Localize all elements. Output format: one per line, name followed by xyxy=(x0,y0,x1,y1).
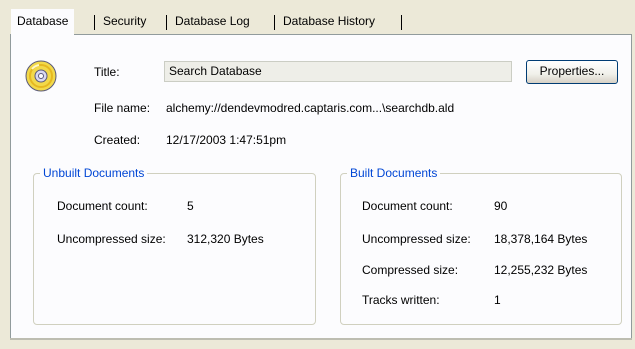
unbuilt-uncompressed-value: 312,320 Bytes xyxy=(187,232,264,246)
tab-separator xyxy=(94,15,95,30)
tab-database-log-label: Database Log xyxy=(175,14,250,28)
built-uncompressed-label: Uncompressed size: xyxy=(362,232,471,246)
tab-security-label: Security xyxy=(103,14,147,28)
unbuilt-doc-count-label: Document count: xyxy=(57,199,148,213)
tab-security[interactable]: Security xyxy=(97,9,152,34)
tab-separator xyxy=(166,15,167,30)
tab-database-log[interactable]: Database Log xyxy=(169,9,256,34)
cd-disc-icon xyxy=(25,60,57,92)
tab-separator xyxy=(401,15,402,30)
tab-database-history[interactable]: Database History xyxy=(277,9,381,34)
properties-button[interactable]: Properties... xyxy=(526,60,618,84)
tab-database-label: Database xyxy=(17,14,69,28)
built-documents-title: Built Documents xyxy=(347,166,441,180)
panel-bottom-edge xyxy=(10,338,632,340)
built-compressed-value: 12,255,232 Bytes xyxy=(494,263,588,277)
unbuilt-documents-group: Unbuilt Documents xyxy=(33,166,316,325)
built-tracks-value: 1 xyxy=(494,293,501,307)
filename-value: alchemy://dendevmodred.captaris.com...\s… xyxy=(166,101,455,115)
unbuilt-doc-count-value: 5 xyxy=(187,199,194,213)
unbuilt-documents-title: Unbuilt Documents xyxy=(40,166,148,180)
tab-database-history-label: Database History xyxy=(283,14,376,28)
created-value: 12/17/2003 1:47:51pm xyxy=(166,133,287,147)
title-field[interactable]: Search Database xyxy=(164,61,512,82)
built-compressed-label: Compressed size: xyxy=(362,263,459,277)
title-label: Title: xyxy=(94,65,120,79)
tab-database[interactable]: Database xyxy=(11,9,75,36)
built-doc-count-label: Document count: xyxy=(362,199,453,213)
tab-separator xyxy=(274,15,275,30)
created-label: Created: xyxy=(94,133,141,147)
filename-label: File name: xyxy=(94,101,151,115)
built-doc-count-value: 90 xyxy=(494,199,508,213)
built-uncompressed-value: 18,378,164 Bytes xyxy=(494,232,588,246)
built-tracks-label: Tracks written: xyxy=(362,293,440,307)
unbuilt-uncompressed-label: Uncompressed size: xyxy=(57,232,166,246)
